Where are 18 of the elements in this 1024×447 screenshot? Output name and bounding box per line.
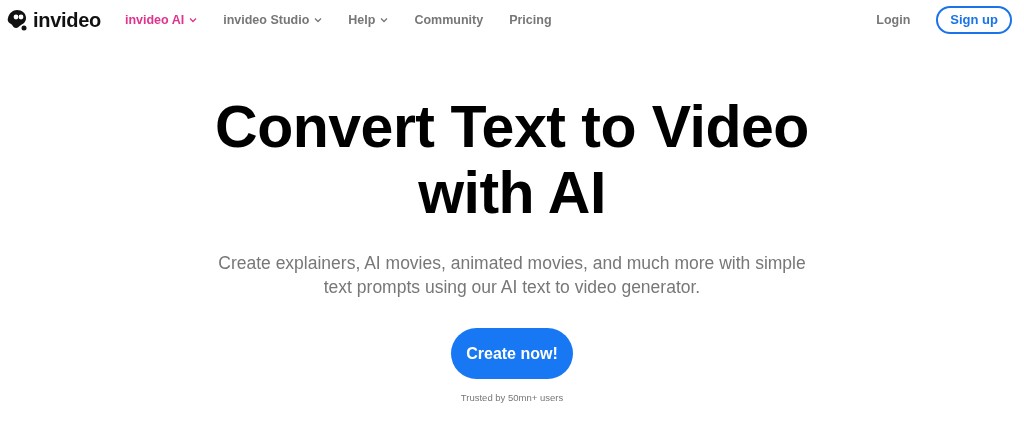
- headline: with AI: [417, 160, 607, 227]
- logo-text[interactable]: invideo: [33, 5, 101, 35]
- nav-link[interactable]: Help: [348, 10, 389, 30]
- nav-link[interactable]: invideo Studio: [223, 10, 323, 30]
- chevron-down-icon: [314, 16, 323, 24]
- chevron-down-icon: [380, 16, 389, 24]
- headline: Convert Text to Video: [215, 94, 809, 161]
- blob-logo-icon[interactable]: [7, 9, 29, 31]
- nav-link[interactable]: invideo AI: [124, 10, 198, 30]
- trust-text: Trusted by 50mn+ users: [460, 391, 564, 406]
- subtitle: Create explainers, AI movies, animated movies, and much more with simple: [218, 252, 806, 276]
- nav-link[interactable]: Community: [414, 10, 484, 30]
- sign-up-button[interactable]: Sign up: [936, 6, 1012, 34]
- chevron-down-icon: [189, 16, 198, 24]
- login-link[interactable]: Login: [876, 10, 911, 30]
- subtitle: text prompts using our AI text to video generator.: [322, 275, 702, 299]
- nav-link[interactable]: Pricing: [509, 10, 552, 30]
- create-now-button[interactable]: Create now!: [451, 328, 573, 380]
